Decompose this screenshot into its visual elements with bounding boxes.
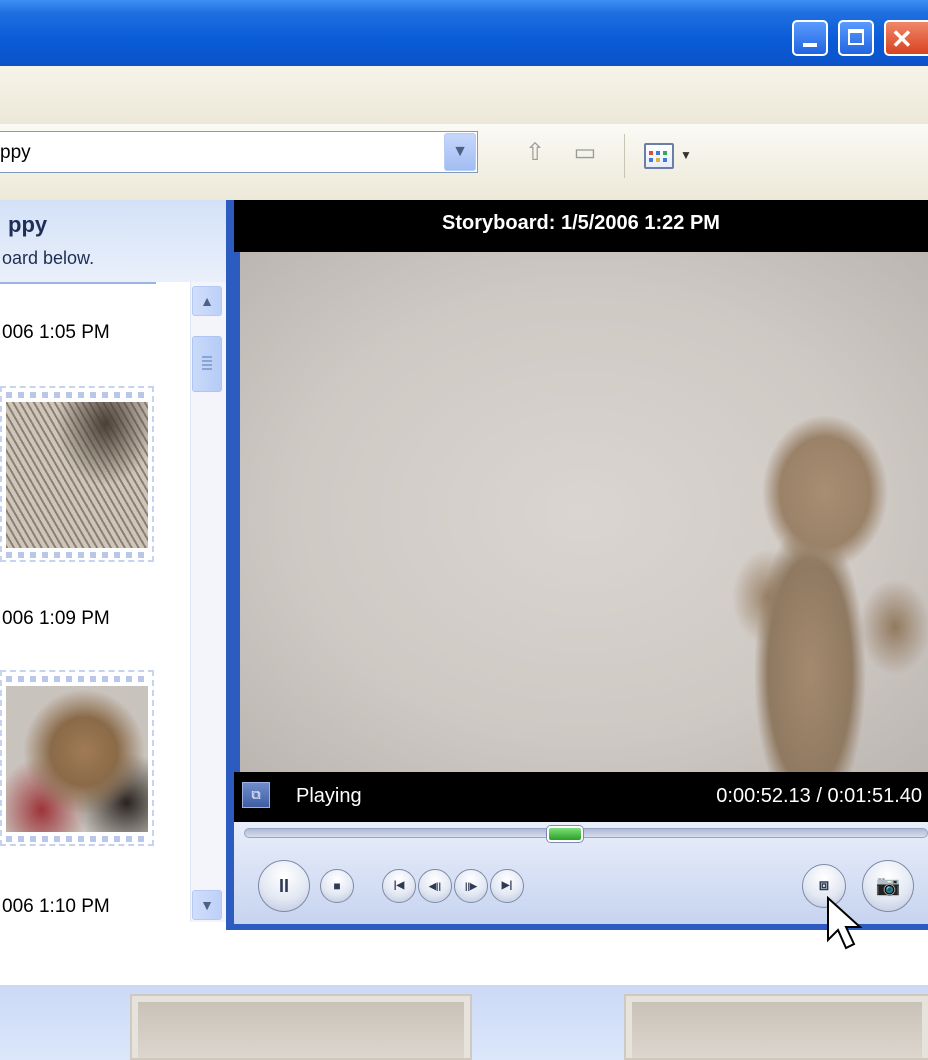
storyboard-clip-2[interactable] [624,994,928,1060]
new-folder-icon[interactable]: ▭ [570,138,600,170]
maximize-button[interactable] [838,20,874,56]
preview-title: Storyboard: 1/5/2006 1:22 PM [442,212,720,234]
maximize-icon [848,29,864,45]
next-frame-button[interactable]: ▶| [490,869,524,903]
clip-thumbnail-image [6,686,148,832]
playback-time: 0:00:52.13 / 0:01:51.40 [716,785,922,807]
playback-status: Playing [296,785,362,807]
storyboard-clip-1[interactable] [130,994,472,1060]
clip-thumbnail-2[interactable] [0,670,154,846]
previous-frame-button[interactable]: |◀ [382,869,416,903]
clip-thumbnail-image [6,402,148,548]
clip-time-2: 006 1:09 PM [2,608,110,629]
chevron-down-icon[interactable]: ▼ [192,890,222,920]
close-button[interactable]: ✕ [884,20,928,56]
clip-thumbnail-1[interactable] [0,386,154,562]
collection-combobox-value: ppy [0,142,31,163]
window-title-bar[interactable] [0,0,928,66]
clips-panel-subtitle: oard below. [2,248,95,268]
forward-button[interactable]: ||▶ [454,869,488,903]
fast-forward-icon: ||▶ [465,881,477,891]
clips-panel-title: ppy [8,212,48,237]
rewind-button[interactable]: ◀|| [418,869,452,903]
pause-icon: II [278,876,289,896]
video-frame[interactable] [240,252,928,772]
minimize-icon [803,43,817,47]
chevron-down-icon[interactable]: ▼ [444,133,476,171]
stop-button[interactable]: ■ [320,869,354,903]
mouse-cursor-icon [827,896,863,950]
close-icon: ✕ [891,24,913,54]
seek-bar[interactable] [244,828,928,838]
views-dropdown-arrow[interactable]: ▼ [680,148,692,162]
chevron-up-icon[interactable]: ▲ [192,286,222,316]
skip-back-icon: |◀ [393,880,405,891]
divider [0,282,156,284]
views-icon[interactable] [644,143,674,169]
toolbar-separator [624,134,625,178]
clip-time-3: 006 1:10 PM [2,896,110,917]
clip-time-1: 006 1:05 PM [2,322,110,343]
camera-icon: 📷 [875,875,901,897]
seek-bar-thumb[interactable] [547,826,583,842]
collection-combobox[interactable] [0,131,478,173]
grip-icon [202,356,212,370]
folder-up-icon[interactable]: ⇧ [520,138,550,170]
rewind-icon: ◀|| [429,881,441,891]
minimize-button[interactable] [792,20,828,56]
skip-forward-icon: ▶| [501,880,513,891]
split-clip-icon: ⧈ [818,877,830,894]
stop-icon: ■ [333,879,341,893]
full-screen-icon[interactable]: ⧉ [242,782,270,808]
pause-button[interactable]: II [258,860,310,912]
menu-bar [0,66,928,125]
